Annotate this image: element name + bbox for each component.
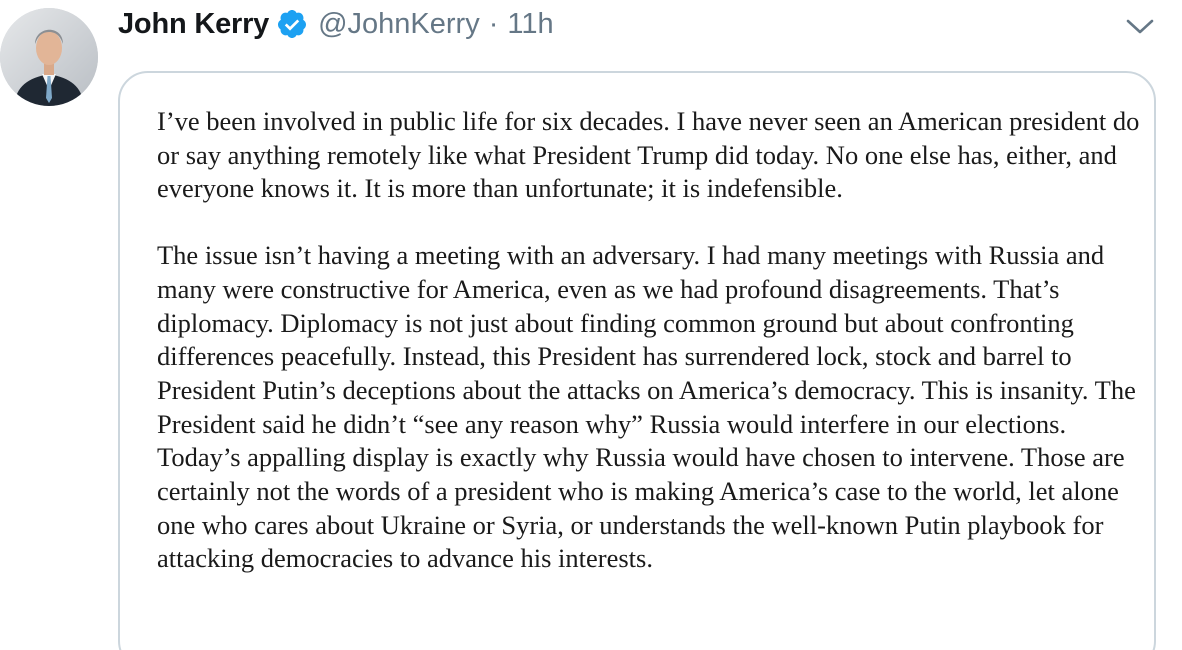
statement-paragraph-1: I’ve been involved in public life for si…	[157, 106, 1140, 204]
statement-text: I’ve been involved in public life for si…	[157, 105, 1147, 576]
author-handle[interactable]: @JohnKerry	[318, 8, 480, 41]
verified-badge-icon	[276, 8, 308, 40]
tweet-header: John Kerry @JohnKerry · 11h	[118, 4, 554, 44]
chevron-down-icon[interactable]	[1124, 12, 1156, 40]
tweet-timestamp[interactable]: 11h	[507, 8, 553, 41]
separator-dot: ·	[488, 7, 499, 40]
statement-paragraph-2: The issue isn’t having a meeting with an…	[157, 240, 1136, 574]
avatar[interactable]	[0, 8, 98, 106]
avatar-photo	[0, 8, 98, 106]
tweet-image-card[interactable]: I’ve been involved in public life for si…	[118, 71, 1156, 650]
author-display-name[interactable]: John Kerry	[118, 8, 269, 41]
tweet: John Kerry @JohnKerry · 11h I’ve been in…	[0, 0, 1182, 650]
